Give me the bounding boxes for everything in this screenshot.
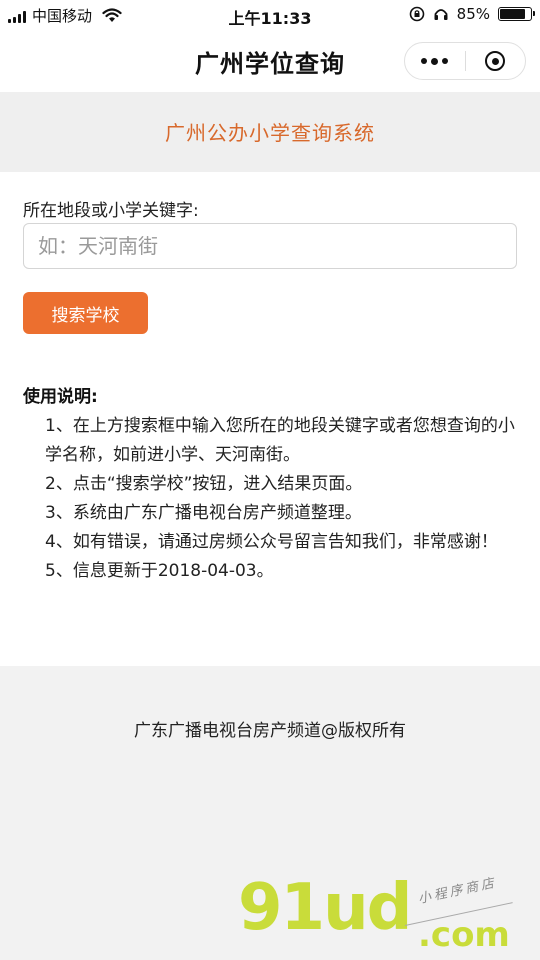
close-mini-program-button[interactable] bbox=[466, 43, 526, 79]
battery-fill bbox=[500, 9, 526, 19]
main-content: 所在地段或小学关键字: 搜索学校 使用说明: 1、在上方搜索框中输入您所在的地段… bbox=[0, 172, 540, 666]
instruction-item: 2、点击“搜索学校”按钮，进入结果页面。 bbox=[45, 474, 363, 494]
instruction-item: 3、系统由广东广播电视台房产频道整理。 bbox=[45, 503, 362, 523]
search-input[interactable] bbox=[23, 223, 517, 269]
instruction-item: 1、在上方搜索框中输入您所在的地段关键字或者您想查询的小学名称，如前进小学、天河… bbox=[45, 416, 515, 465]
orientation-lock-icon bbox=[409, 6, 424, 22]
more-menu-button[interactable] bbox=[405, 43, 465, 79]
watermark-domain: .com bbox=[418, 915, 510, 955]
instructions-title: 使用说明: bbox=[23, 387, 98, 407]
instruction-item: 5、信息更新于2018-04-03。 bbox=[45, 561, 274, 581]
nav-bar: 广州学位查询 bbox=[0, 30, 540, 92]
watermark-logo: 91ud bbox=[238, 871, 412, 945]
close-target-icon bbox=[485, 51, 506, 71]
header-banner: 广州公办小学查询系统 bbox=[0, 92, 540, 172]
battery-percent: 85% bbox=[456, 5, 490, 23]
mini-program-capsule bbox=[404, 42, 526, 80]
status-bar: 中国移动 上午11:33 85% bbox=[0, 0, 540, 30]
instructions-list: 1、在上方搜索框中输入您所在的地段关键字或者您想查询的小学名称，如前进小学、天河… bbox=[45, 412, 515, 586]
system-title: 广州公办小学查询系统 bbox=[165, 121, 375, 145]
search-label: 所在地段或小学关键字: bbox=[23, 201, 199, 221]
search-school-button[interactable]: 搜索学校 bbox=[23, 292, 148, 334]
more-icon bbox=[421, 58, 428, 64]
footer-copyright: 广东广播电视台房产频道@版权所有 bbox=[134, 721, 406, 741]
status-right: 85% bbox=[409, 5, 535, 23]
headphones-icon bbox=[434, 9, 448, 20]
instruction-item: 4、如有错误，请通过房频公众号留言告知我们，非常感谢！ bbox=[45, 532, 498, 552]
battery-icon bbox=[498, 7, 535, 21]
watermark-tagline: 小程序商店 bbox=[416, 875, 499, 907]
